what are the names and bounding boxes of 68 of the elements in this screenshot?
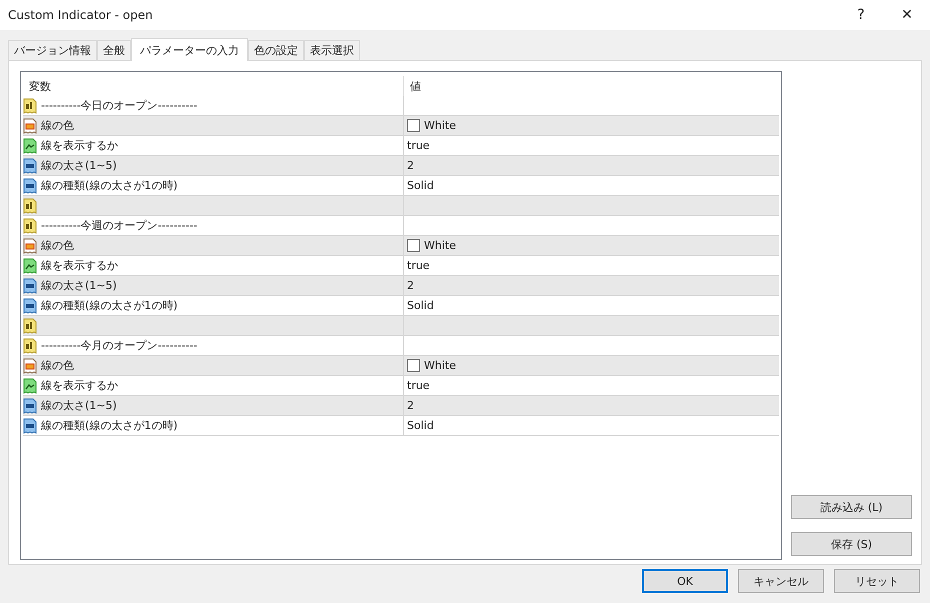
text-type-icon <box>23 318 37 334</box>
tab[interactable]: バージョン情報 <box>8 40 97 60</box>
number-type-icon <box>23 278 37 294</box>
parameter-name: ----------今週のオープン---------- <box>41 218 198 233</box>
parameter-value: 2 <box>407 399 414 412</box>
column-header: 変数 <box>28 78 52 94</box>
parameter-name: 線の種類(線の太さが1の時) <box>41 418 178 433</box>
tab[interactable]: 色の設定 <box>248 40 304 60</box>
dialog-button[interactable]: キャンセル <box>738 569 824 593</box>
color-type-icon <box>23 118 37 134</box>
toggle-type-icon <box>23 258 37 274</box>
parameter-name: 線を表示するか <box>41 378 118 393</box>
parameter-name: ----------今日のオープン---------- <box>41 98 198 113</box>
parameter-value: Solid <box>407 419 434 432</box>
parameter-value: true <box>407 379 430 392</box>
table-row[interactable] <box>23 316 779 336</box>
side-button[interactable]: 保存 (S) <box>791 532 912 556</box>
parameter-value: Solid <box>407 179 434 192</box>
table-row[interactable]: 線の太さ(1~5) 2 <box>23 156 779 176</box>
parameter-name: 線の種類(線の太さが1の時) <box>41 298 178 313</box>
help-button[interactable]: ? <box>838 0 884 30</box>
parameter-value: 2 <box>407 159 414 172</box>
dialog-button[interactable]: OK <box>642 569 728 593</box>
parameter-name: 線の太さ(1~5) <box>41 398 117 413</box>
number-type-icon <box>23 398 37 414</box>
number-type-icon <box>23 298 37 314</box>
number-type-icon <box>23 158 37 174</box>
table-row[interactable]: 線の色 White <box>23 356 779 376</box>
side-button[interactable]: 読み込み (L) <box>791 495 912 519</box>
table-row[interactable] <box>23 196 779 216</box>
parameter-value: White <box>424 359 456 372</box>
table-row[interactable]: 線の色 White <box>23 236 779 256</box>
number-type-icon <box>23 178 37 194</box>
table-row[interactable]: 線の種類(線の太さが1の時) Solid <box>23 416 779 436</box>
parameter-name: 線の色 <box>41 118 74 133</box>
parameter-name: ----------今月のオープン---------- <box>41 338 198 353</box>
toggle-type-icon <box>23 138 37 154</box>
parameter-name: 線の太さ(1~5) <box>41 278 117 293</box>
text-type-icon <box>23 338 37 354</box>
parameter-name: 線を表示するか <box>41 258 118 273</box>
toggle-type-icon <box>23 378 37 394</box>
text-type-icon <box>23 98 37 114</box>
parameter-value: true <box>407 259 430 272</box>
table-row[interactable]: 線の太さ(1~5) 2 <box>23 396 779 416</box>
parameter-name: 線の色 <box>41 238 74 253</box>
color-type-icon <box>23 358 37 374</box>
parameter-value: Solid <box>407 299 434 312</box>
text-type-icon <box>23 198 37 214</box>
text-type-icon <box>23 218 37 234</box>
parameter-name: 線の色 <box>41 358 74 373</box>
dialog-button[interactable]: リセット <box>834 569 920 593</box>
close-button[interactable]: ✕ <box>884 0 930 30</box>
parameter-name: 線の太さ(1~5) <box>41 158 117 173</box>
table-row[interactable]: 線の色 White <box>23 116 779 136</box>
parameter-value: White <box>424 239 456 252</box>
table-row[interactable]: 線の太さ(1~5) 2 <box>23 276 779 296</box>
tab[interactable]: 全般 <box>97 40 131 60</box>
column-header: 値 <box>403 76 779 96</box>
tab[interactable]: 表示選択 <box>304 40 360 60</box>
window-title: Custom Indicator - open <box>8 8 154 22</box>
parameter-value: true <box>407 139 430 152</box>
color-type-icon <box>23 238 37 254</box>
parameter-name: 線を表示するか <box>41 138 118 153</box>
number-type-icon <box>23 418 37 434</box>
parameter-value: White <box>424 119 456 132</box>
parameter-name: 線の種類(線の太さが1の時) <box>41 178 178 193</box>
tab[interactable]: パラメーターの入力 <box>131 38 248 61</box>
parameter-value: 2 <box>407 279 414 292</box>
